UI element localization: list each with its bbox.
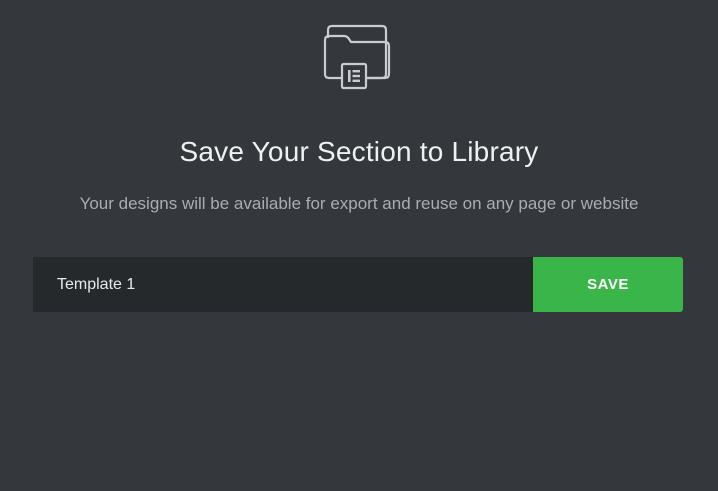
save-template-form: SAVE [33,257,683,312]
folder-library-icon [323,24,391,90]
save-button[interactable]: SAVE [533,257,683,312]
save-to-library-dialog: Save Your Section to Library Your design… [0,0,718,491]
dialog-subtitle: Your designs will be available for expor… [79,194,639,213]
template-name-input[interactable] [33,257,533,312]
dialog-title: Save Your Section to Library [179,136,539,167]
